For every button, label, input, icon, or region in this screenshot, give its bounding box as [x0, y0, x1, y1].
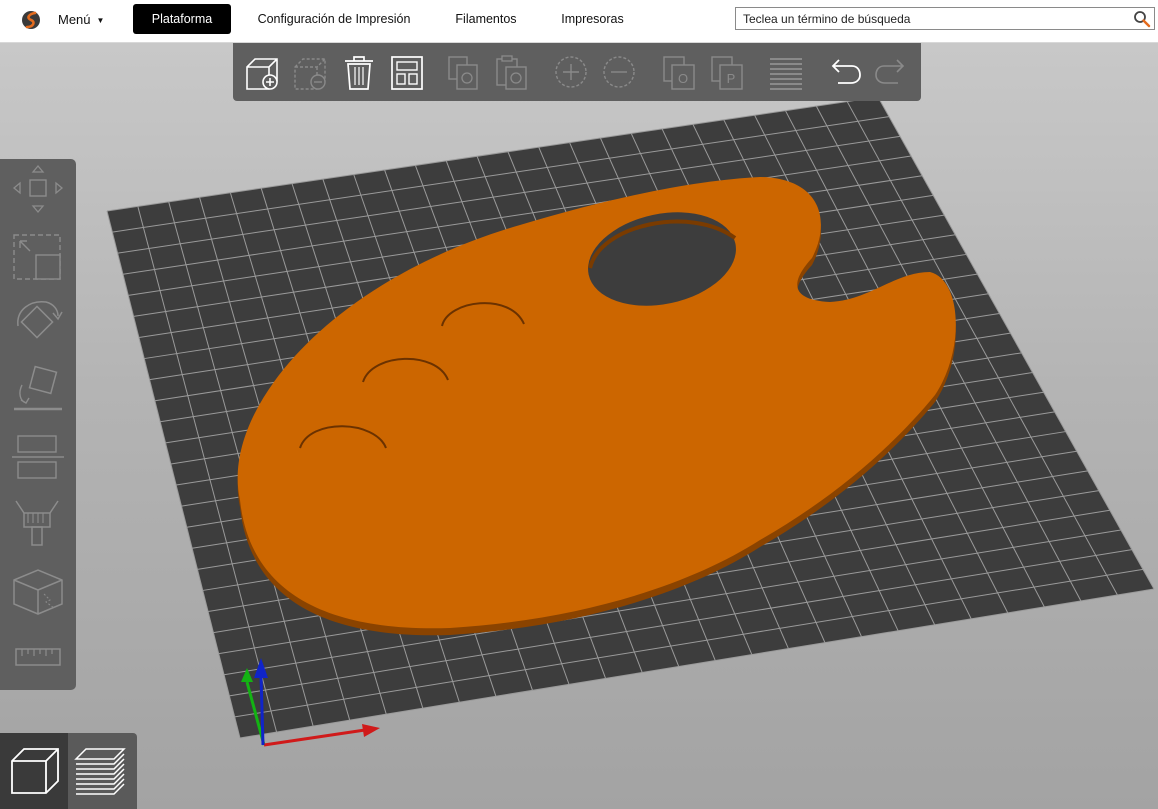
search-box: [735, 7, 1155, 30]
search-input[interactable]: [736, 8, 1116, 29]
trash-icon: [345, 56, 373, 90]
tab-label: Configuración de Impresión: [257, 12, 411, 26]
scale-icon: [13, 234, 61, 280]
remove-instance-button[interactable]: [599, 51, 639, 93]
arrange-icon: [391, 56, 423, 90]
layers-editing-button[interactable]: [766, 51, 806, 93]
layers-icon: [770, 58, 802, 90]
cut-icon: [12, 435, 64, 479]
arrange-button[interactable]: [387, 51, 427, 93]
paint-supports-button[interactable]: [10, 497, 66, 551]
plus-circle-icon: [555, 56, 587, 88]
seam-painting-button[interactable]: [10, 564, 66, 618]
split-parts-button[interactable]: P: [707, 51, 747, 93]
undo-button[interactable]: [824, 51, 864, 93]
tab-label: Filamentos: [455, 12, 517, 26]
svg-text:O: O: [678, 71, 688, 86]
redo-button[interactable]: [872, 51, 912, 93]
place-on-face-button[interactable]: [10, 363, 66, 417]
paste-icon: [496, 55, 527, 90]
copy-button[interactable]: [443, 51, 483, 93]
move-icon: [12, 164, 64, 214]
svg-text:P: P: [727, 71, 736, 86]
rotate-icon: [17, 301, 63, 339]
main-menu-label: Menú: [58, 12, 91, 27]
chevron-down-icon: ▼: [96, 15, 105, 25]
3d-view-icon: [11, 748, 59, 794]
tab-configuracion-impresion[interactable]: Configuración de Impresión: [250, 4, 418, 34]
redo-icon: [875, 59, 905, 84]
preview-button[interactable]: [68, 733, 136, 809]
tab-label: Plataforma: [151, 12, 213, 26]
measure-tool-button[interactable]: [10, 631, 66, 685]
3d-viewport[interactable]: [0, 43, 1158, 809]
ruler-icon: [15, 648, 61, 666]
app-logo-icon: [22, 11, 40, 29]
cube-icon: [13, 569, 63, 615]
cut-tool-button[interactable]: [10, 430, 66, 484]
view-mode-switch: [0, 733, 137, 809]
undo-icon: [831, 59, 861, 84]
place-on-face-icon: [14, 365, 62, 411]
tab-label: Impresoras: [561, 12, 624, 26]
add-instance-button[interactable]: [551, 51, 591, 93]
move-tool-button[interactable]: [10, 162, 66, 216]
delete-object-icon: [294, 58, 326, 90]
paste-button[interactable]: [491, 51, 531, 93]
add-object-button[interactable]: [243, 51, 283, 93]
tab-filamentos[interactable]: Filamentos: [447, 4, 525, 34]
split-parts-icon: P: [711, 56, 743, 90]
add-object-icon: [246, 58, 278, 90]
scale-tool-button[interactable]: [10, 229, 66, 283]
scene-canvas[interactable]: [0, 43, 1158, 809]
rotate-tool-button[interactable]: [10, 296, 66, 350]
copy-icon: [448, 56, 478, 90]
delete-all-button[interactable]: [339, 51, 379, 93]
split-objects-button[interactable]: O: [659, 51, 699, 93]
delete-object-button[interactable]: [291, 51, 331, 93]
tab-plataforma[interactable]: Plataforma: [133, 4, 231, 34]
main-toolbar: O P: [233, 43, 921, 101]
menubar: Menú ▼ Plataforma Configuración de Impres…: [0, 0, 1158, 43]
3d-view-button[interactable]: [0, 733, 68, 809]
preview-layers-icon: [74, 748, 126, 795]
split-objects-icon: O: [663, 56, 695, 90]
paint-supports-icon: [15, 500, 59, 546]
left-toolbar: [0, 159, 76, 690]
minus-circle-icon: [603, 56, 635, 88]
main-menu-button[interactable]: Menú ▼: [58, 10, 104, 30]
tab-impresoras[interactable]: Impresoras: [555, 4, 630, 34]
search-icon[interactable]: [1133, 10, 1151, 28]
